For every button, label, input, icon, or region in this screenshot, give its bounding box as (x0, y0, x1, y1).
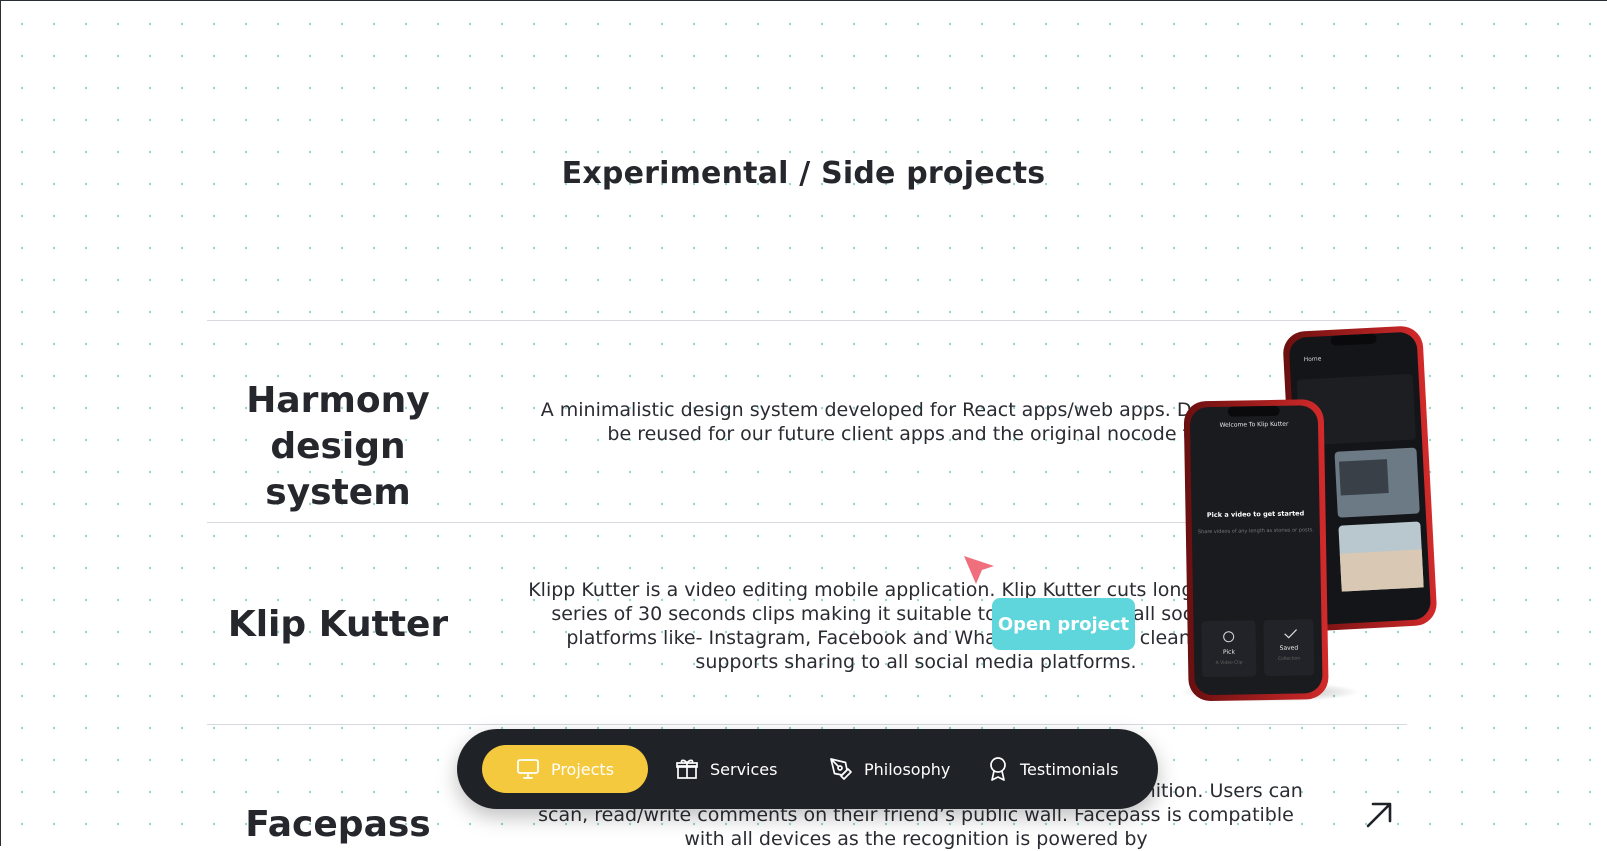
tab-pick-label: Pick (1223, 649, 1236, 656)
nav-item-philosophy[interactable]: Philosophy (829, 745, 950, 793)
project-title: Harmony design system (246, 380, 430, 513)
tab-saved-label: Saved (1280, 645, 1299, 652)
tab-saved-sub: Collection (1278, 655, 1301, 661)
bottom-navbar: Projects Services Philosophy Testimonial… (457, 729, 1158, 809)
section-title: Experimental / Side projects (561, 156, 1046, 191)
tab-pick-sub: A Video Clip (1216, 659, 1243, 665)
mouse-cursor-icon (964, 556, 998, 594)
pen-tool-icon (830, 758, 852, 780)
divider (207, 724, 1407, 725)
nav-item-projects[interactable]: Projects (482, 745, 648, 793)
klip-kutter-phone-mockup: Home Welcome To Klip Kutter Pick a video… (1170, 320, 1470, 720)
window-edge-top (0, 0, 1607, 1)
nav-label: Testimonials (1020, 759, 1119, 779)
monitor-icon (517, 759, 539, 779)
screen-prompt-title: Pick a video to get started (1207, 509, 1305, 519)
nav-label: Projects (550, 759, 615, 779)
nav-item-testimonials[interactable]: Testimonials (987, 745, 1119, 793)
award-icon (990, 757, 1006, 781)
project-title: Facepass (245, 804, 431, 845)
front-screen-title: Welcome To Klip Kutter (1219, 421, 1289, 429)
nav-item-services[interactable]: Services (675, 745, 777, 793)
gift-icon (676, 759, 698, 779)
back-screen-title: Home (1303, 355, 1321, 363)
nav-label: Philosophy (864, 759, 951, 779)
arrow-up-right-icon[interactable] (1365, 801, 1393, 833)
nav-label: Services (710, 759, 778, 779)
project-title: Klip Kutter (227, 604, 449, 645)
window-edge-left (0, 0, 1, 846)
open-project-button[interactable]: Open project (992, 598, 1135, 650)
